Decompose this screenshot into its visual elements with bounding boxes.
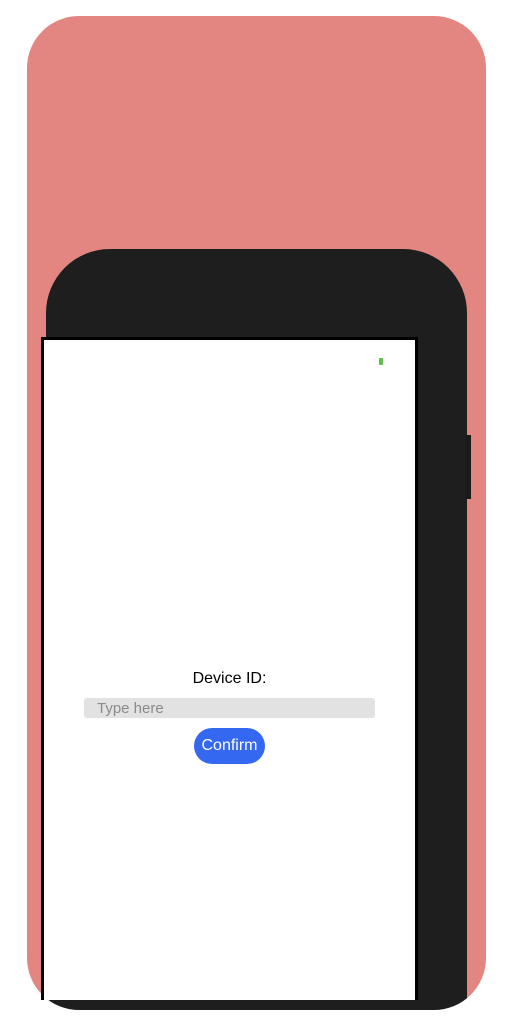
confirm-button[interactable]: Confirm <box>194 728 265 764</box>
device-id-label: Device ID: <box>192 670 267 687</box>
battery-icon <box>379 358 383 365</box>
app-store-screenshot: Device ID: Confirm <box>0 0 518 1026</box>
device-id-input[interactable] <box>84 698 375 718</box>
phone-screen: Device ID: Confirm <box>41 337 418 1000</box>
phone-power-button <box>466 435 471 499</box>
